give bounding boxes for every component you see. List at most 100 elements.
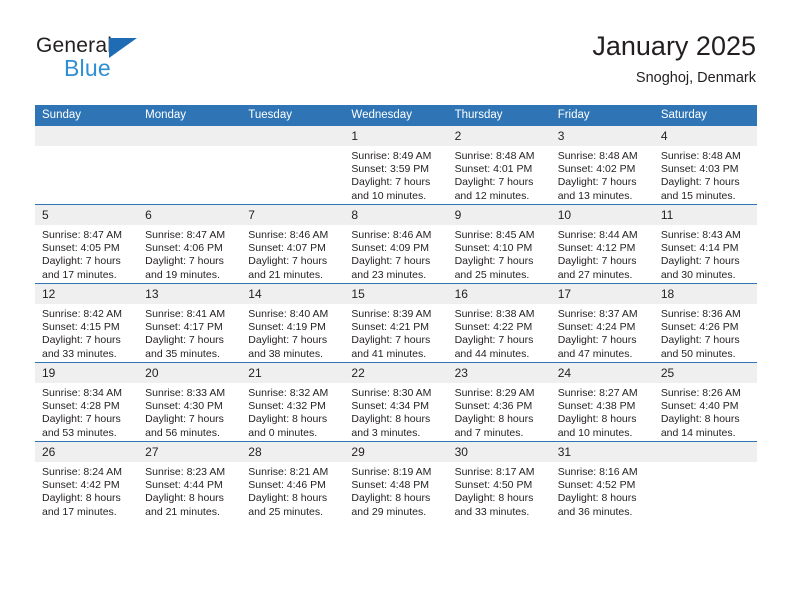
calendar-day-cell[interactable]: 9 Sunrise: 8:45 AM Sunset: 4:10 PM Daylight… [447, 204, 551, 284]
day-number: 2 [447, 126, 551, 146]
sunrise-text: Sunrise: 8:47 AM [42, 229, 122, 241]
calendar-day-cell[interactable]: 11 Sunrise: 8:43 AM Sunset: 4:14 PM Dayligh… [653, 204, 757, 284]
weekday-header-wednesday: Wednesday [344, 105, 448, 126]
sunset-text: Sunset: 4:32 PM [248, 400, 326, 413]
day-details: Sunrise: 8:30 AM Sunset: 4:34 PM Daylight:… [344, 383, 447, 440]
daylight-text-line1: Daylight: 8 hours [248, 413, 328, 426]
daylight-text-line2: and 17 minutes. [42, 505, 117, 518]
sunrise-text: Sunrise: 8:40 AM [248, 308, 329, 320]
daylight-text-line1: Daylight: 7 hours [42, 255, 121, 268]
calendar-day-cell[interactable]: 28 Sunrise: 8:21 AM Sunset: 4:46 PM Dayligh… [241, 441, 345, 520]
daylight-text-line2: and 25 minutes. [454, 268, 530, 281]
day-number [653, 442, 757, 462]
daylight-text-line1: Daylight: 8 hours [660, 413, 740, 426]
daylight-text-line1: Daylight: 7 hours [660, 176, 740, 189]
sunrise-text: Sunrise: 8:49 AM [351, 150, 432, 162]
calendar-day-cell[interactable]: 24 Sunrise: 8:27 AM Sunset: 4:38 PM Dayligh… [550, 362, 654, 442]
calendar-day-cell[interactable]: 12 Sunrise: 8:42 AM Sunset: 4:15 PM Dayligh… [35, 283, 139, 363]
calendar-day-cell[interactable]: 8 Sunrise: 8:46 AM Sunset: 4:09 PM Daylight… [344, 204, 448, 284]
calendar-day-cell[interactable]: 16 Sunrise: 8:38 AM Sunset: 4:22 PM Dayligh… [447, 283, 551, 363]
daylight-text-line1: Daylight: 7 hours [351, 255, 431, 268]
daylight-text-line2: and 25 minutes. [248, 505, 323, 518]
daylight-text-line2: and 56 minutes. [145, 426, 220, 439]
calendar-day-cell[interactable]: 1 Sunrise: 8:49 AM Sunset: 3:59 PM Daylight… [344, 126, 448, 205]
day-number: 28 [241, 442, 345, 462]
sunrise-text: Sunrise: 8:27 AM [557, 387, 638, 399]
daylight-text-line1: Daylight: 8 hours [557, 413, 637, 426]
daylight-text-line2: and 47 minutes. [557, 347, 633, 360]
calendar-day-cell[interactable]: 15 Sunrise: 8:39 AM Sunset: 4:21 PM Dayligh… [344, 283, 448, 363]
day-number: 11 [653, 205, 757, 225]
daylight-text-line1: Daylight: 7 hours [145, 334, 224, 347]
daylight-text-line2: and 35 minutes. [145, 347, 220, 360]
sunset-text: Sunset: 4:46 PM [248, 479, 326, 492]
day-number: 15 [344, 284, 448, 304]
calendar-day-cell[interactable]: 5 Sunrise: 8:47 AM Sunset: 4:05 PM Daylight… [35, 204, 139, 284]
sunset-text: Sunset: 4:30 PM [145, 400, 223, 413]
daylight-text-line1: Daylight: 8 hours [454, 492, 534, 505]
day-details: Sunrise: 8:46 AM Sunset: 4:09 PM Daylight:… [344, 225, 447, 282]
day-details: Sunrise: 8:43 AM Sunset: 4:14 PM Daylight:… [654, 225, 757, 282]
calendar-day-cell[interactable]: 29 Sunrise: 8:19 AM Sunset: 4:48 PM Dayligh… [344, 441, 448, 520]
sunset-text: Sunset: 4:44 PM [145, 479, 223, 492]
sunrise-text: Sunrise: 8:46 AM [248, 229, 329, 241]
calendar-day-cell[interactable]: 19 Sunrise: 8:34 AM Sunset: 4:28 PM Dayligh… [35, 362, 139, 442]
weekday-header-friday: Friday [550, 105, 654, 126]
sunrise-text: Sunrise: 8:45 AM [454, 229, 535, 241]
day-details: Sunrise: 8:48 AM Sunset: 4:01 PM Daylight:… [448, 146, 551, 203]
calendar-day-cell[interactable]: 26 Sunrise: 8:24 AM Sunset: 4:42 PM Dayligh… [35, 441, 139, 520]
day-details: Sunrise: 8:21 AM Sunset: 4:46 PM Daylight:… [241, 462, 344, 519]
calendar-day-cell[interactable]: 27 Sunrise: 8:23 AM Sunset: 4:44 PM Dayligh… [138, 441, 242, 520]
sunrise-text: Sunrise: 8:30 AM [351, 387, 432, 399]
calendar-day-cell[interactable]: 30 Sunrise: 8:17 AM Sunset: 4:50 PM Dayligh… [447, 441, 551, 520]
daylight-text-line1: Daylight: 7 hours [42, 334, 121, 347]
day-number [138, 126, 242, 146]
day-number: 31 [550, 442, 654, 462]
daylight-text-line2: and 3 minutes. [351, 426, 421, 439]
calendar-day-cell[interactable]: 2 Sunrise: 8:48 AM Sunset: 4:01 PM Daylight… [447, 126, 551, 205]
calendar-day-cell[interactable]: 7 Sunrise: 8:46 AM Sunset: 4:07 PM Daylight… [241, 204, 345, 284]
sunset-text: Sunset: 4:34 PM [351, 400, 430, 413]
calendar-day-cell[interactable]: 6 Sunrise: 8:47 AM Sunset: 4:06 PM Daylight… [138, 204, 242, 284]
daylight-text-line1: Daylight: 8 hours [557, 492, 637, 505]
sunrise-text: Sunrise: 8:26 AM [660, 387, 741, 399]
calendar-day-cell[interactable]: 23 Sunrise: 8:29 AM Sunset: 4:36 PM Dayligh… [447, 362, 551, 442]
day-number: 12 [35, 284, 139, 304]
daylight-text-line2: and 12 minutes. [454, 189, 530, 202]
calendar-day-cell[interactable]: 25 Sunrise: 8:26 AM Sunset: 4:40 PM Dayligh… [653, 362, 757, 442]
day-details: Sunrise: 8:45 AM Sunset: 4:10 PM Daylight:… [448, 225, 551, 282]
daylight-text-line1: Daylight: 7 hours [557, 334, 637, 347]
sunset-text: Sunset: 4:42 PM [42, 479, 120, 492]
weekday-header-thursday: Thursday [447, 105, 551, 126]
calendar-day-cell[interactable]: 31 Sunrise: 8:16 AM Sunset: 4:52 PM Dayligh… [550, 441, 654, 520]
day-number: 3 [550, 126, 654, 146]
day-details: Sunrise: 8:17 AM Sunset: 4:50 PM Daylight:… [448, 462, 551, 519]
day-number: 13 [138, 284, 242, 304]
daylight-text-line2: and 15 minutes. [660, 189, 736, 202]
calendar-day-cell[interactable]: 18 Sunrise: 8:36 AM Sunset: 4:26 PM Dayligh… [653, 283, 757, 363]
day-number [35, 126, 139, 146]
day-details: Sunrise: 8:27 AM Sunset: 4:38 PM Daylight:… [551, 383, 654, 440]
daylight-text-line2: and 50 minutes. [660, 347, 736, 360]
calendar-day-cell[interactable]: 3 Sunrise: 8:48 AM Sunset: 4:02 PM Daylight… [550, 126, 654, 205]
sunrise-text: Sunrise: 8:48 AM [454, 150, 535, 162]
daylight-text-line2: and 17 minutes. [42, 268, 117, 281]
daylight-text-line2: and 27 minutes. [557, 268, 633, 281]
calendar-day-cell[interactable]: 17 Sunrise: 8:37 AM Sunset: 4:24 PM Dayligh… [550, 283, 654, 363]
calendar-day-cell[interactable]: 10 Sunrise: 8:44 AM Sunset: 4:12 PM Dayligh… [550, 204, 654, 284]
daylight-text-line2: and 13 minutes. [557, 189, 633, 202]
calendar-day-cell[interactable]: 20 Sunrise: 8:33 AM Sunset: 4:30 PM Dayligh… [138, 362, 242, 442]
calendar-week-row: 1 Sunrise: 8:49 AM Sunset: 3:59 PM Daylight… [35, 126, 757, 205]
calendar-day-cell[interactable]: 4 Sunrise: 8:48 AM Sunset: 4:03 PM Daylight… [653, 126, 757, 205]
sunrise-text: Sunrise: 8:44 AM [557, 229, 638, 241]
calendar-day-cell[interactable]: 22 Sunrise: 8:30 AM Sunset: 4:34 PM Dayligh… [344, 362, 448, 442]
sunset-text: Sunset: 4:10 PM [454, 242, 533, 255]
daylight-text-line1: Daylight: 7 hours [42, 413, 121, 426]
day-number: 23 [447, 363, 551, 383]
calendar-day-cell-empty [35, 126, 139, 205]
generalblue-logo[interactable]: General Blue [36, 34, 186, 86]
day-number: 6 [138, 205, 242, 225]
calendar-day-cell[interactable]: 21 Sunrise: 8:32 AM Sunset: 4:32 PM Dayligh… [241, 362, 345, 442]
calendar-day-cell[interactable]: 13 Sunrise: 8:41 AM Sunset: 4:17 PM Dayligh… [138, 283, 242, 363]
calendar-day-cell[interactable]: 14 Sunrise: 8:40 AM Sunset: 4:19 PM Dayligh… [241, 283, 345, 363]
